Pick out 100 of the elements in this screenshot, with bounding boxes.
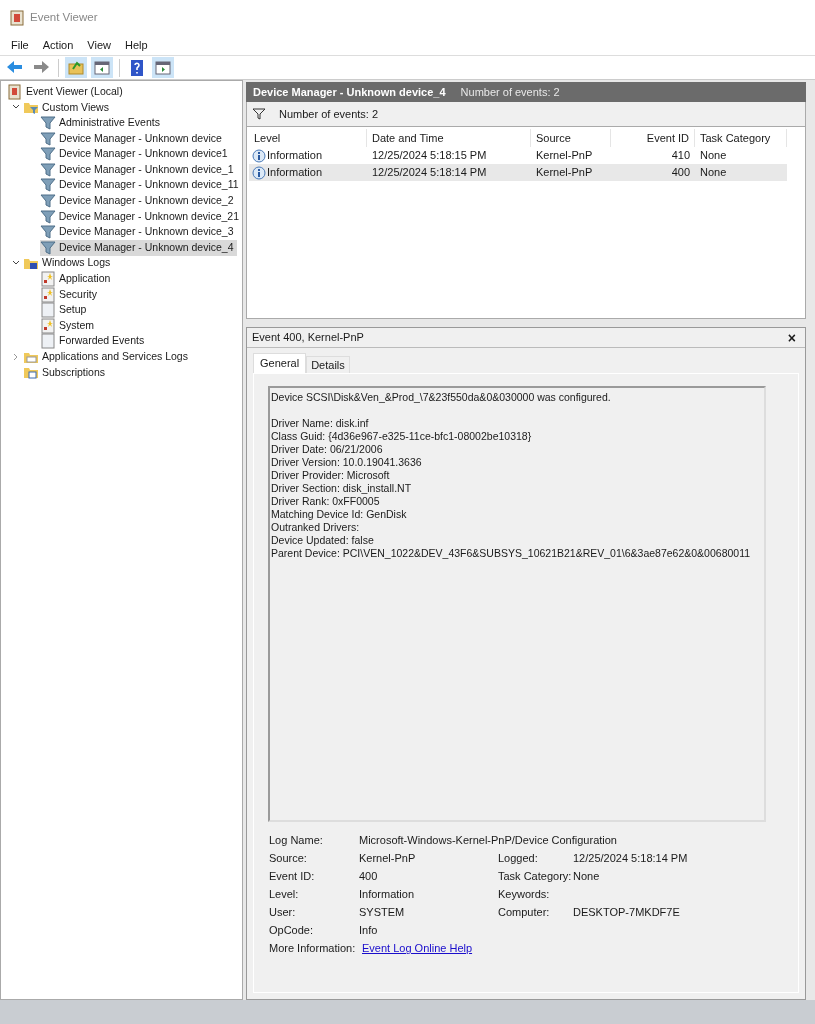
field-value: None [573, 869, 601, 885]
filter-icon [40, 146, 56, 163]
message-text: Device Updated: false [271, 534, 375, 547]
tree-item[interactable]: Device Manager - Unknown device1 [40, 146, 231, 162]
pane-icon [154, 58, 172, 77]
column-header[interactable]: Event ID [611, 129, 695, 147]
tree-item[interactable]: Forwarded Events [40, 333, 148, 350]
table-cell-text: Kernel-PnP [536, 165, 593, 181]
close-button[interactable]: × [783, 330, 800, 345]
field-value: 12/25/2024 5:18:14 PM [573, 851, 689, 867]
field-value: Microsoft-Windows-Kernel-PnP/Device Configuration [359, 833, 618, 849]
event-log-icon [7, 83, 23, 100]
field-label: Task Category: [498, 869, 573, 885]
field-value: Kernel-PnP [359, 851, 417, 867]
tree-item[interactable]: Event Viewer (Local) [7, 84, 126, 100]
filter-icon [40, 115, 56, 131]
field-label: More Information: [269, 941, 357, 957]
filter-icon [252, 108, 266, 120]
tree-item[interactable]: Device Manager - Unknown device_11 [40, 177, 242, 194]
field-value: Information [359, 887, 416, 903]
menu-item[interactable]: Action [42, 37, 74, 54]
toolbar-button[interactable] [65, 57, 87, 78]
column-header[interactable]: Source [531, 129, 611, 147]
tree-item[interactable]: System [40, 317, 97, 334]
menu-item[interactable]: View [87, 37, 111, 54]
log-icon [40, 317, 56, 334]
field-label: Log Name: [269, 833, 324, 849]
table-cell-text: Information [267, 148, 323, 164]
field-value: Info [359, 923, 379, 939]
menu-item[interactable]: Help [124, 37, 148, 54]
table-cell-text: None [700, 148, 727, 164]
filter-icon [40, 224, 56, 241]
field-label: Keywords: [498, 887, 551, 903]
tree-item[interactable]: Subscriptions [23, 364, 109, 381]
filter-count: Number of events: 2 [279, 106, 379, 122]
tree-item[interactable]: Custom Views [23, 99, 112, 116]
field-value: SYSTEM [359, 905, 406, 921]
column-header[interactable]: Date and Time [367, 129, 531, 147]
tree-item[interactable]: Security [40, 286, 100, 303]
event-count: Number of events: 2 [460, 84, 560, 100]
info-icon [252, 165, 266, 180]
table-cell-text: Kernel-PnP [536, 148, 593, 164]
tree-item[interactable]: Device Manager - Unknown device [40, 130, 225, 147]
tree-item[interactable]: Setup [40, 302, 90, 318]
filter-icon [39, 208, 56, 225]
toolbar-button[interactable] [91, 57, 113, 78]
log-icon [40, 286, 56, 303]
field-value: 400 [359, 869, 379, 885]
tree-item[interactable]: Windows Logs [23, 255, 114, 272]
table-cell-text: 12/25/2024 5:18:15 PM [372, 148, 487, 164]
filter-icon [40, 161, 56, 178]
table-row[interactable]: Information 12/25/2024 5:18:14 PM Kernel-PnP 400 None [249, 164, 787, 181]
log-icon [40, 270, 56, 287]
tree-item[interactable]: Application [40, 271, 114, 287]
field-value: DESKTOP-7MKDF7E [573, 905, 681, 921]
help-link[interactable]: Event Log Online Help [362, 940, 473, 957]
column-header[interactable]: Task Category [695, 129, 787, 147]
table-row[interactable]: Information 12/25/2024 5:18:15 PM Kernel-PnP 410 None [249, 147, 787, 164]
filter-icon [40, 177, 56, 194]
message-text: Outranked Drivers: [271, 521, 361, 534]
tree-item[interactable]: Administrative Events [40, 115, 163, 131]
filter-icon [40, 239, 56, 256]
message-text: Driver Provider: Microsoft [271, 469, 391, 482]
message-text: Driver Name: disk.inf [271, 417, 370, 430]
field-label: Computer: [498, 905, 551, 921]
tree-item[interactable]: Device Manager - Unknown device_4 [40, 239, 237, 256]
tree-item[interactable]: Device Manager - Unknown device_3 [40, 224, 237, 240]
table-cell-text: 410 [671, 148, 690, 164]
tree-item[interactable]: Applications and Services Logs [23, 349, 191, 365]
table-cell-text: 400 [671, 165, 690, 181]
message-text: Driver Version: 10.0.19041.3636 [271, 456, 423, 469]
menu-item[interactable]: File [11, 37, 29, 54]
filter-icon [40, 192, 56, 209]
tree-item[interactable]: Device Manager - Unknown device_1 [40, 161, 237, 178]
expand-chevron-icon[interactable] [12, 352, 20, 361]
details-title: Event 400, Kernel-PnP [252, 330, 364, 346]
column-header[interactable]: Level [249, 129, 367, 147]
message-text: Class Guid: {4d36e967-e325-11ce-bfc1-08002be10318} [271, 430, 533, 443]
filter-icon [40, 130, 56, 147]
tab[interactable]: General [253, 353, 307, 373]
message-text: Parent Device: PCI\VEN_1022&DEV_43F6&SUBSYS_10621B21&REV_01\6&3ae87e62&0&00680011 [271, 547, 752, 560]
table-cell-text: None [700, 165, 727, 181]
log-icon [40, 333, 56, 350]
field-label: User: [269, 905, 297, 921]
field-label: Level: [269, 887, 300, 903]
table-cell-text: Information [267, 165, 323, 181]
toolbar-button[interactable] [152, 57, 174, 78]
field-label: Event ID: [269, 869, 316, 885]
app-icon [10, 10, 24, 26]
message-text: Device SCSI\Disk&Ven_&Prod_\7&23f550da&0&030000 was configured. [271, 391, 612, 404]
table-cell-text: 12/25/2024 5:18:14 PM [372, 165, 487, 181]
tree-item[interactable]: Device Manager - Unknown device_21 [39, 208, 242, 225]
tree-item[interactable]: Device Manager - Unknown device_2 [40, 193, 237, 209]
field-label: Source: [269, 851, 308, 867]
info-icon [252, 148, 266, 163]
message-text: Driver Date: 06/21/2006 [271, 443, 384, 456]
log-icon [40, 302, 56, 319]
tab[interactable]: Details [306, 356, 350, 373]
pane-icon [93, 58, 111, 77]
message-text: Driver Section: disk_install.NT [271, 482, 413, 495]
